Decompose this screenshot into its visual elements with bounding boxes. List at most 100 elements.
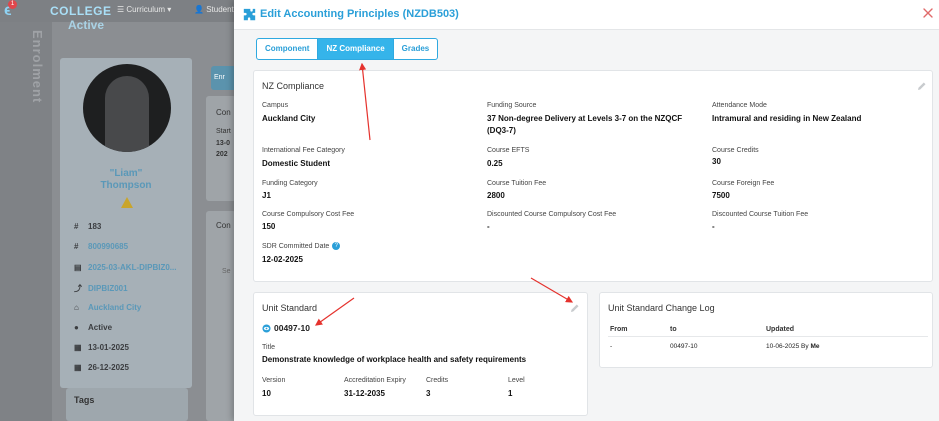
- table-row: - 00497-10 10-06-2025 By Me: [608, 337, 928, 357]
- profile-row-value[interactable]: DIPBIZ001: [88, 284, 128, 293]
- eye-icon[interactable]: [262, 323, 271, 333]
- course-efts-label: Course EFTS: [487, 147, 530, 154]
- funding-category-value: J1: [262, 191, 271, 200]
- calendar-icon: ▦: [74, 363, 82, 372]
- profile-row[interactable]: #800990685: [74, 242, 128, 251]
- calendar-icon: ▦: [74, 343, 82, 352]
- menu-curriculum-label: Curriculum: [126, 5, 166, 14]
- credits-value: 3: [426, 389, 431, 398]
- discounted-tuition-fee-label: Discounted Course Tuition Fee: [712, 211, 809, 218]
- change-log-table: From to Updated - 00497-10 10-06-2025 By…: [608, 323, 928, 356]
- course-foreign-fee-value: 7500: [712, 191, 730, 200]
- warning-icon: [121, 197, 133, 208]
- international-fee-category-label: International Fee Category: [262, 147, 345, 154]
- pencil-icon[interactable]: [917, 81, 927, 91]
- discounted-compulsory-cost-fee-label: Discounted Course Compulsory Cost Fee: [487, 211, 617, 218]
- modal-title: Edit Accounting Principles (NZDB503): [260, 8, 459, 20]
- cell-to: 00497-10: [670, 343, 698, 350]
- hash-icon: #: [74, 242, 79, 251]
- course-foreign-fee-label: Course Foreign Fee: [712, 180, 775, 187]
- sdr-committed-date-value: 12-02-2025: [262, 255, 303, 264]
- profile-row: ● Active: [74, 323, 112, 332]
- change-log-card: Unit Standard Change Log From to Updated…: [599, 292, 933, 368]
- background-card-text: Start: [216, 128, 231, 135]
- updated-date: 10-06-2025 By: [766, 343, 809, 350]
- profile-row-value[interactable]: 2025-03-AKL-DIPBIZ0...: [88, 263, 176, 272]
- column-header-from: From: [608, 323, 668, 337]
- profile-row-value[interactable]: 800990685: [88, 242, 128, 251]
- profile-row-value: 13-01-2025: [88, 343, 129, 352]
- course-tuition-fee-label: Course Tuition Fee: [487, 180, 547, 187]
- campus-icon: ⌂: [74, 303, 79, 312]
- notification-badge: 1: [8, 0, 17, 9]
- course-compulsory-cost-fee-value: 150: [262, 222, 276, 231]
- level-value: 1: [508, 389, 513, 398]
- unit-title-label: Title: [262, 344, 275, 351]
- pencil-icon[interactable]: [570, 303, 580, 313]
- tab-component[interactable]: Component: [256, 38, 319, 60]
- background-card-text: 13-0: [216, 140, 231, 147]
- accreditation-expiry-value: 31-12-2035: [344, 389, 385, 398]
- profile-row: ▦ 26-12-2025: [74, 363, 129, 372]
- status-heading: Active: [68, 18, 105, 32]
- funding-source-value: 37 Non-degree Delivery at Levels 3-7 on …: [487, 114, 683, 135]
- brand-name[interactable]: COLLEGE: [50, 4, 112, 18]
- vertical-section-label: Enrolment: [30, 30, 45, 104]
- enrolment-button-label: Enr: [214, 74, 225, 81]
- profile-row[interactable]: ▤ 2025-03-AKL-DIPBIZ0...: [74, 263, 176, 272]
- profile-row[interactable]: ⤴ DIPBIZ001: [74, 283, 128, 294]
- course-compulsory-cost-fee-label: Course Compulsory Cost Fee: [262, 211, 355, 218]
- campus-value: Auckland City: [262, 114, 316, 123]
- menu-curriculum[interactable]: ☰ Curriculum ▾: [117, 5, 171, 14]
- profile-row: ▦ 13-01-2025: [74, 343, 129, 352]
- profile-row-value: 183: [88, 222, 102, 231]
- tab-nz-compliance[interactable]: NZ Compliance: [317, 38, 394, 60]
- funding-source-label: Funding Source: [487, 102, 537, 109]
- discounted-compulsory-cost-fee-value: -: [487, 222, 490, 231]
- tab-grades[interactable]: Grades: [392, 38, 439, 60]
- branch-icon: ⤴: [74, 284, 82, 293]
- tags-heading: Tags: [74, 395, 95, 405]
- international-fee-category-value: Domestic Student: [262, 159, 331, 168]
- profile-row-value[interactable]: Auckland City: [88, 303, 141, 312]
- discounted-tuition-fee-value: -: [712, 222, 715, 231]
- edit-modal: Edit Accounting Principles (NZDB503) Com…: [234, 0, 939, 421]
- unit-standard-code[interactable]: 00497-10: [262, 323, 310, 333]
- table-header-row: From to Updated: [608, 323, 928, 337]
- avatar-silhouette: [105, 76, 149, 152]
- menu-student-label: Student: [206, 5, 234, 14]
- version-value: 10: [262, 389, 271, 398]
- modal-tabs: Component NZ Compliance Grades: [256, 38, 439, 60]
- info-icon[interactable]: ?: [332, 242, 341, 250]
- document-icon: ▤: [74, 263, 82, 272]
- close-icon[interactable]: [922, 7, 934, 19]
- unit-title-value: Demonstrate knowledge of workplace healt…: [262, 355, 527, 364]
- profile-row[interactable]: ⌂ Auckland City: [74, 303, 141, 312]
- cell-updated: 10-06-2025 By Me: [764, 337, 928, 357]
- student-first-name: "Liam": [109, 168, 143, 179]
- unit-standard-card: Unit Standard 00497-10 Title Demonstrate…: [253, 292, 588, 416]
- avatar: [83, 64, 171, 152]
- accreditation-expiry-label: Accreditation Expiry: [344, 377, 406, 384]
- level-label: Level: [508, 377, 525, 384]
- background-card: [206, 211, 236, 421]
- column-header-to: to: [668, 323, 764, 337]
- course-tuition-fee-value: 2800: [487, 191, 505, 200]
- background-card-text: 202: [216, 151, 228, 158]
- status-icon: ●: [74, 323, 79, 332]
- background-search[interactable]: Se: [222, 268, 231, 275]
- puzzle-icon: [243, 8, 256, 21]
- profile-row-value: 26-12-2025: [88, 363, 129, 372]
- campus-label: Campus: [262, 102, 289, 109]
- course-efts-value: 0.25: [487, 159, 503, 168]
- attendance-mode-label: Attendance Mode: [712, 102, 767, 109]
- menu-student[interactable]: 👤 Student: [194, 5, 234, 14]
- background-card-title: Con: [216, 221, 231, 230]
- nz-compliance-title: NZ Compliance: [262, 81, 325, 91]
- cell-from: -: [610, 343, 613, 350]
- hash-icon: #: [74, 222, 79, 231]
- funding-category-label: Funding Category: [262, 180, 318, 187]
- background-card-title: Con: [216, 108, 231, 117]
- unit-standard-title: Unit Standard: [262, 303, 318, 313]
- attendance-mode-value: Intramural and residing in New Zealand: [712, 114, 862, 123]
